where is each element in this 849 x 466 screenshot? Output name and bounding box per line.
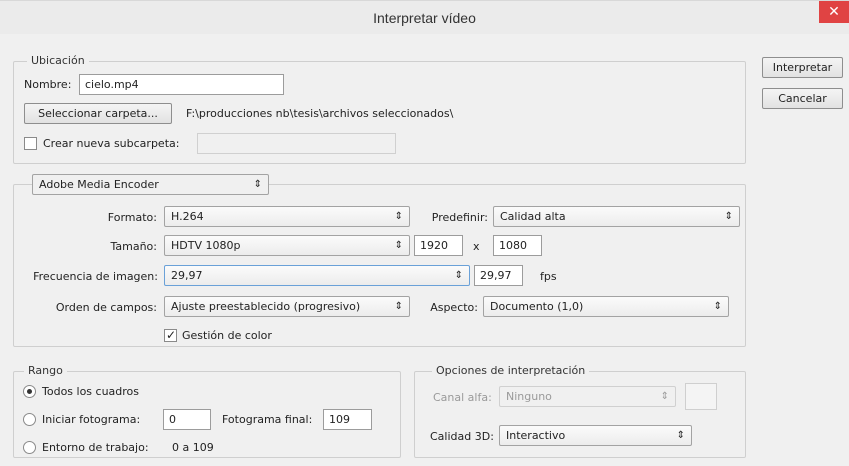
encoder-select[interactable]: Adobe Media Encoder ⇕ — [32, 174, 269, 195]
close-icon[interactable]: ✕ — [819, 1, 849, 23]
radio-selected-dot — [27, 389, 32, 394]
window-title: Interpretar vídeo — [373, 10, 476, 26]
todos-radio[interactable] — [23, 385, 36, 398]
chevron-updown-icon: ⇕ — [253, 179, 262, 190]
title-bar: Interpretar vídeo ✕ — [0, 0, 849, 34]
orden-select[interactable]: Ajuste preestablecido (progresivo) ⇕ — [164, 296, 410, 317]
entorno-value: 0 a 109 — [172, 441, 214, 454]
chevron-updown-icon: ⇕ — [713, 301, 722, 312]
canal-select[interactable]: Ninguno ⇕ — [499, 386, 676, 407]
subfolder-checkbox[interactable] — [24, 137, 37, 150]
orden-select-value: Ajuste preestablecido (progresivo) — [171, 300, 361, 313]
chevron-updown-icon: ⇕ — [394, 301, 403, 312]
width-field[interactable]: 1920 — [414, 235, 463, 256]
cancel-button[interactable]: Cancelar — [762, 88, 843, 109]
entorno-radio[interactable] — [23, 441, 36, 454]
calidad-select-value: Interactivo — [506, 429, 566, 442]
iniciar-field[interactable]: 0 — [163, 409, 211, 430]
predefinir-select-value: Calidad alta — [500, 210, 566, 223]
nombre-label: Nombre: — [24, 78, 72, 91]
ubicacion-legend: Ubicación — [27, 54, 89, 67]
chevron-updown-icon: ⇕ — [724, 211, 733, 222]
calidad-select[interactable]: Interactivo ⇕ — [499, 425, 692, 446]
nombre-field[interactable]: cielo.mp4 — [79, 74, 284, 95]
dimension-separator: x — [473, 240, 480, 253]
alpha-color-swatch[interactable] — [685, 383, 717, 410]
canal-label: Canal alfa: — [433, 391, 492, 404]
canal-select-value: Ninguno — [506, 390, 552, 403]
chevron-updown-icon: ⇕ — [394, 211, 403, 222]
check-icon: ✓ — [166, 328, 177, 342]
chevron-updown-icon: ⇕ — [394, 240, 403, 251]
iniciar-radio[interactable] — [23, 413, 36, 426]
final-label: Fotograma final: — [222, 413, 313, 426]
chevron-updown-icon: ⇕ — [676, 430, 685, 441]
iniciar-label: Iniciar fotograma: — [42, 413, 141, 426]
calidad-label: Calidad 3D: — [430, 430, 494, 443]
orden-label: Orden de campos: — [55, 301, 157, 314]
interpretar-button[interactable]: Interpretar — [762, 57, 843, 78]
todos-label: Todos los cuadros — [42, 385, 140, 398]
fps-field[interactable]: 29,97 — [474, 265, 523, 286]
aspecto-label: Aspecto: — [430, 301, 478, 314]
folder-path: F:\producciones nb\tesis\archivos selecc… — [186, 107, 454, 120]
tamano-label: Tamaño: — [110, 240, 157, 253]
gestion-color-checkbox[interactable]: ✓ — [164, 328, 177, 342]
frecuencia-label: Frecuencia de imagen: — [33, 270, 158, 283]
subfolder-field[interactable] — [197, 133, 396, 154]
formato-label: Formato: — [107, 211, 157, 224]
chevron-updown-icon: ⇕ — [454, 270, 463, 281]
predefinir-select[interactable]: Calidad alta ⇕ — [493, 206, 740, 227]
final-field[interactable]: 109 — [323, 409, 372, 430]
aspecto-select[interactable]: Documento (1,0) ⇕ — [483, 296, 729, 317]
tamano-select[interactable]: HDTV 1080p ⇕ — [164, 235, 410, 256]
tamano-select-value: HDTV 1080p — [171, 239, 241, 252]
formato-select-value: H.264 — [171, 210, 204, 223]
rango-legend: Rango — [24, 364, 67, 377]
gestion-color-label: Gestión de color — [182, 329, 272, 342]
encoder-select-value: Adobe Media Encoder — [39, 178, 159, 191]
formato-select[interactable]: H.264 ⇕ — [164, 206, 410, 227]
opciones-legend: Opciones de interpretación — [432, 364, 590, 377]
predefinir-label: Predefinir: — [431, 211, 488, 224]
frecuencia-select-value: 29,97 — [171, 269, 203, 282]
subfolder-label: Crear nueva subcarpeta: — [43, 137, 180, 150]
height-field[interactable]: 1080 — [493, 235, 542, 256]
entorno-label: Entorno de trabajo: — [42, 441, 149, 454]
select-folder-button[interactable]: Seleccionar carpeta... — [24, 103, 172, 124]
aspecto-select-value: Documento (1,0) — [490, 300, 584, 313]
chevron-updown-icon: ⇕ — [660, 391, 669, 402]
fps-label: fps — [540, 270, 557, 283]
frecuencia-select[interactable]: 29,97 ⇕ — [164, 265, 470, 286]
